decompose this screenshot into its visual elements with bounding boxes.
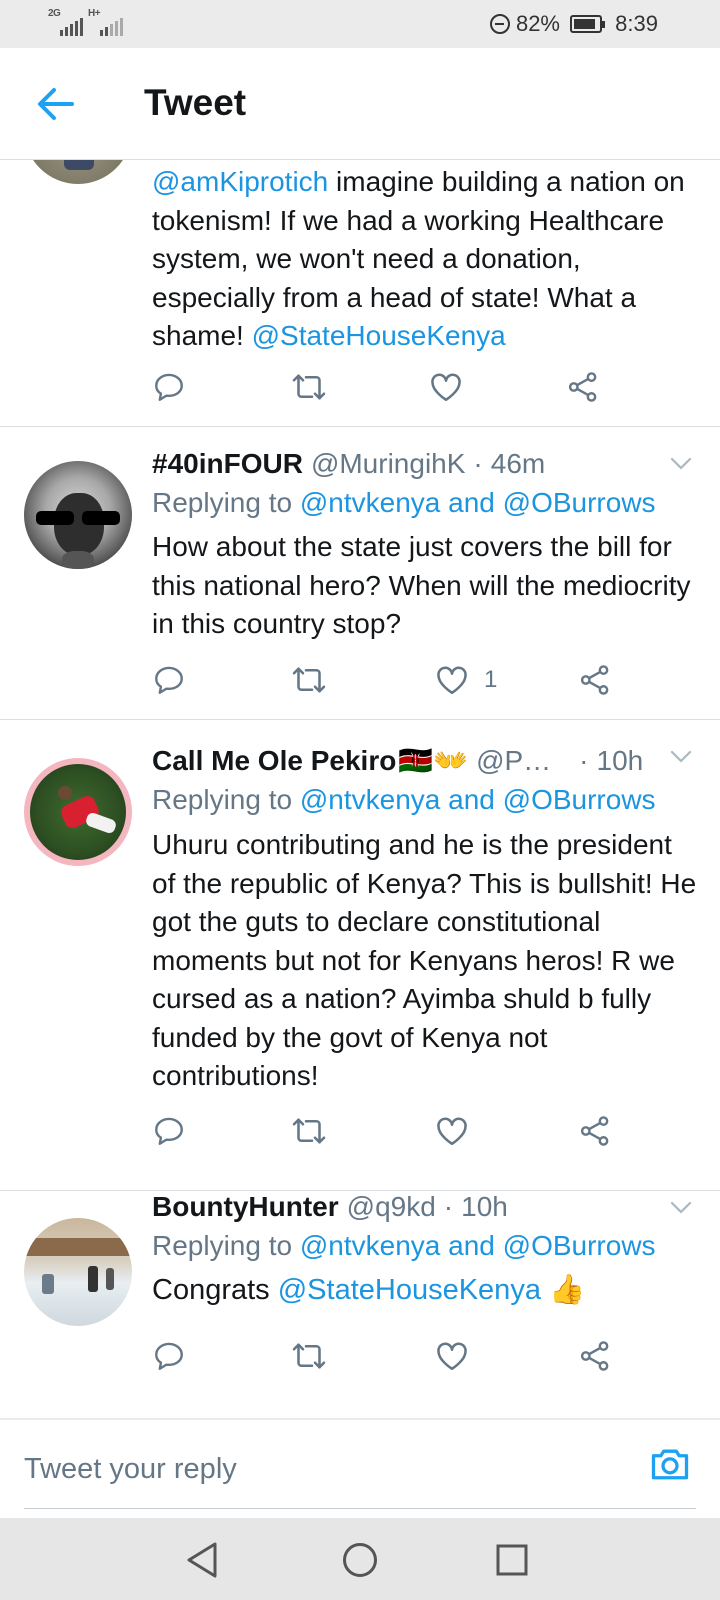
tweet-item[interactable]: @amKiprotich imagine building a nation o… — [0, 76, 720, 427]
share-button[interactable] — [578, 660, 612, 700]
divider — [24, 1508, 696, 1509]
avatar[interactable] — [24, 758, 132, 866]
mention-link[interactable]: @StateHouseKenya — [278, 1274, 541, 1306]
signal-icon: H+ — [88, 8, 123, 36]
tweet-header: BountyHunter @q9kd · 10h — [152, 1191, 508, 1223]
like-icon — [431, 373, 461, 402]
reply-button[interactable] — [152, 367, 186, 407]
tweet-actions — [0, 367, 720, 407]
like-button[interactable] — [434, 1336, 484, 1376]
chevron-down-icon[interactable] — [670, 1201, 692, 1215]
display-name[interactable]: BountyHunter — [152, 1191, 339, 1223]
nav-home-button[interactable] — [336, 1536, 384, 1584]
retweet-button[interactable] — [291, 660, 327, 700]
retweet-button[interactable] — [291, 367, 327, 407]
tweet-item[interactable]: Call Me Ole Pekiro 🇰🇪👐 @P… · 10h Replyin… — [0, 720, 720, 1191]
share-icon — [580, 1116, 609, 1146]
back-button[interactable] — [30, 78, 82, 130]
page-title: Tweet — [144, 82, 247, 123]
status-bar: 2G H+ 82% 8:39 — [0, 0, 720, 48]
avatar[interactable] — [24, 1218, 132, 1326]
nav-recents-button[interactable] — [488, 1536, 536, 1584]
display-name[interactable]: Call Me Ole Pekiro — [152, 745, 396, 777]
reply-button[interactable] — [152, 1336, 186, 1376]
mention-link[interactable]: @amKiprotich — [152, 166, 328, 197]
clock: 8:39 — [615, 11, 658, 36]
like-icon — [437, 1117, 467, 1146]
like-button[interactable] — [428, 367, 478, 407]
battery-percent: 82% — [515, 11, 560, 36]
tweet-text: Congrats @StateHouseKenya 👍 — [152, 1274, 586, 1306]
username[interactable]: @MuringihK — [311, 448, 465, 480]
retweet-icon — [292, 667, 326, 693]
back-triangle-icon — [187, 1542, 217, 1578]
timestamp: 10h — [596, 744, 644, 776]
reply-context: Replying to @ntvkenya and @OBurrows — [152, 487, 656, 518]
thumbs-up-emoji: 👍 — [549, 1274, 586, 1306]
share-button[interactable] — [578, 1111, 612, 1151]
retweet-button[interactable] — [291, 1111, 327, 1151]
chevron-down-icon[interactable] — [670, 750, 692, 764]
timestamp: 10h — [461, 1191, 508, 1222]
flag-emoji: 🇰🇪👐 — [398, 745, 469, 776]
chevron-down-icon[interactable] — [670, 457, 692, 471]
like-icon — [437, 666, 467, 695]
reply-input[interactable] — [24, 1446, 624, 1492]
dnd-icon — [489, 14, 510, 34]
tweet-actions — [0, 1336, 720, 1376]
tweet-item[interactable]: #40inFOUR @MuringihK · 46m Replying to @… — [0, 427, 720, 720]
app-header: Tweet — [0, 48, 720, 160]
tweet-text: How about the state just covers the bill… — [152, 531, 691, 639]
username[interactable]: @q9kd — [347, 1191, 436, 1223]
retweet-icon — [292, 1343, 326, 1369]
share-icon — [580, 1341, 609, 1371]
display-name[interactable]: #40inFOUR — [152, 448, 303, 480]
tweet-actions — [0, 1111, 720, 1151]
tweet-header: #40inFOUR @MuringihK · 46m — [152, 448, 546, 480]
tweet-item[interactable]: BountyHunter @q9kd · 10h Replying to @nt… — [0, 1191, 720, 1418]
share-icon — [580, 665, 609, 695]
tweet-text: @amKiprotich imagine building a nation o… — [152, 166, 685, 351]
reply-button[interactable] — [152, 660, 186, 700]
mention-link[interactable]: @ntvkenya and @OBurrows — [300, 1230, 656, 1261]
reply-icon — [155, 373, 183, 401]
tweet-header: Call Me Ole Pekiro 🇰🇪👐 @P… · 10h — [152, 744, 644, 777]
share-button[interactable] — [578, 1336, 612, 1376]
like-icon — [437, 1342, 467, 1371]
mention-link[interactable]: @ntvkenya and @OBurrows — [300, 784, 656, 815]
mention-link[interactable]: @StateHouseKenya — [252, 320, 506, 351]
avatar[interactable] — [24, 461, 132, 569]
home-circle-icon — [343, 1543, 377, 1577]
reply-composer — [0, 1418, 720, 1518]
recents-square-icon — [496, 1544, 528, 1576]
nav-back-button[interactable] — [178, 1536, 226, 1584]
retweet-icon — [292, 374, 326, 400]
arrow-left-icon — [38, 88, 74, 120]
signal-icon: 2G — [48, 8, 83, 36]
like-count: 1 — [484, 666, 498, 693]
timestamp: 46m — [490, 448, 546, 479]
system-nav-bar — [0, 1518, 720, 1600]
like-button[interactable]: 1 — [434, 660, 497, 700]
reply-button[interactable] — [152, 1111, 186, 1151]
share-icon — [568, 372, 597, 402]
reply-icon — [155, 1117, 183, 1145]
mention-link[interactable]: @ntvkenya and @OBurrows — [300, 487, 656, 518]
reply-icon — [155, 666, 183, 694]
reply-context: Replying to @ntvkenya and @OBurrows — [152, 784, 656, 815]
camera-icon — [651, 1449, 689, 1480]
reply-context: Replying to @ntvkenya and @OBurrows — [152, 1230, 656, 1261]
tweet-actions: 1 — [0, 660, 720, 700]
retweet-icon — [292, 1118, 326, 1144]
share-button[interactable] — [566, 367, 600, 407]
battery-icon — [570, 15, 605, 33]
retweet-button[interactable] — [291, 1336, 327, 1376]
camera-button[interactable] — [648, 1442, 692, 1486]
like-button[interactable] — [434, 1111, 484, 1151]
reply-icon — [155, 1342, 183, 1370]
username[interactable]: @P… — [476, 745, 551, 777]
tweet-text: Uhuru contributing and he is the preside… — [152, 829, 697, 1091]
